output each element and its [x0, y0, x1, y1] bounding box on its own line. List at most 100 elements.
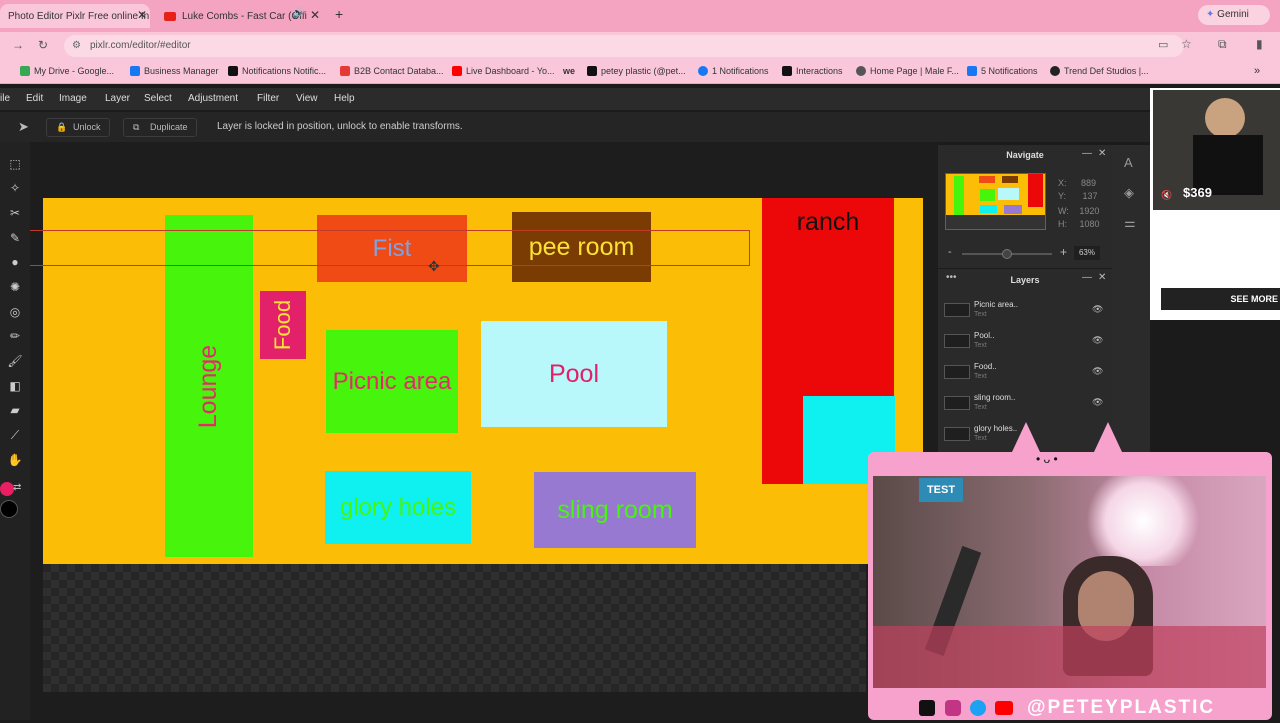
layer-name: sling room.. [974, 393, 1016, 402]
eye-icon[interactable]: 👁 [1092, 335, 1103, 346]
foreground-color-swatch[interactable] [0, 482, 14, 496]
sling-room[interactable]: sling room [534, 472, 696, 548]
lounge-label: Lounge [194, 344, 223, 428]
tab-pixlr[interactable]: Photo Editor Pixlr Free online In [0, 4, 150, 28]
cast-icon[interactable]: ▭ [1158, 38, 1168, 51]
y-value: 137 [1082, 191, 1098, 201]
background-color-swatch[interactable] [0, 500, 18, 518]
menu-help[interactable]: Help [334, 93, 355, 104]
brush-tool-icon[interactable]: ✎ [7, 230, 23, 246]
zoom-slider[interactable] [962, 249, 1052, 259]
bookmark-item[interactable]: Home Page | Male F... [856, 66, 959, 76]
spot-heal-icon[interactable]: ◎ [7, 304, 23, 320]
layer-row[interactable]: Picnic area.. Text 👁 [938, 296, 1112, 327]
picnic-area[interactable]: Picnic area [326, 330, 458, 433]
pool-room[interactable]: Pool [481, 321, 667, 427]
paint-brush-icon[interactable]: 🖌 [7, 353, 23, 369]
bookmark-item[interactable]: B2B Contact Databa... [340, 66, 444, 76]
text-tool-icon[interactable]: A [1124, 155, 1133, 170]
duplicate-button[interactable]: ⧉ Duplicate [123, 118, 197, 137]
menu-adjustment[interactable]: Adjustment [188, 93, 238, 104]
panel-icon-column: A ◈ ⚌ [1112, 145, 1150, 460]
speaker-icon[interactable]: 🔊 [292, 8, 304, 19]
glory-room[interactable]: glory holes [325, 471, 471, 544]
menu-select[interactable]: Select [144, 93, 172, 104]
layer-row[interactable]: sling room.. Text 👁 [938, 389, 1112, 420]
swap-colors-icon[interactable]: ⇄ [13, 482, 21, 493]
gemini-label: Gemini [1217, 9, 1249, 20]
navigate-info: X: 889 Y: 137 W: 1920 H: 1080 [1058, 177, 1100, 231]
extensions-icon[interactable]: ⧉ [1218, 37, 1227, 52]
layer-row[interactable]: Food.. Text 👁 [938, 358, 1112, 389]
menu-view[interactable]: View [296, 93, 318, 104]
bookmark-item[interactable]: Notifications Notific... [228, 66, 326, 76]
tab-close-icon[interactable]: ✕ [310, 8, 320, 22]
more-bookmarks-icon[interactable]: » [1254, 65, 1260, 77]
bookmark-item[interactable]: Live Dashboard - Yo... [452, 66, 555, 76]
bookmark-item[interactable]: we [563, 66, 575, 76]
close-icon[interactable]: ✕ [1098, 272, 1106, 283]
bookmark-item[interactable]: Business Manager [130, 66, 219, 76]
site-settings-icon[interactable]: ⚙ [72, 35, 81, 57]
url-field[interactable]: ⚙ pixlr.com/editor/#editor [64, 35, 1184, 57]
bookmark-item[interactable]: Interactions [782, 66, 843, 76]
marquee-tool-icon[interactable]: ⬚ [7, 156, 23, 172]
reload-icon[interactable]: ↻ [38, 38, 48, 52]
menu-file[interactable]: ile [0, 93, 10, 104]
bookmark-item[interactable]: 5 Notifications [967, 66, 1038, 76]
unlock-button[interactable]: 🔒 Unlock [46, 118, 110, 137]
tab-youtube[interactable]: Luke Combs - Fast Car (Offi [160, 4, 310, 28]
bookmark-item[interactable]: My Drive - Google... [20, 66, 114, 76]
fill-bucket-icon[interactable]: ▰ [7, 402, 23, 418]
eye-icon[interactable]: 👁 [1092, 304, 1103, 315]
food-room[interactable]: Food [260, 291, 306, 359]
bookmark-item[interactable]: petey plastic (@pet... [587, 66, 686, 76]
zoom-slider-handle[interactable] [1002, 249, 1012, 259]
bookmark-label: Business Manager [144, 66, 219, 76]
layer-row[interactable]: Pool.. Text 👁 [938, 327, 1112, 358]
glory-label: glory holes [339, 493, 457, 521]
unlock-label: Unlock [73, 122, 101, 132]
menu-layer[interactable]: Layer [105, 93, 130, 104]
zoom-level[interactable]: 63% [1074, 246, 1100, 260]
gemini-button[interactable]: ✦ Gemini [1198, 5, 1270, 25]
lounge-room[interactable]: Lounge [165, 215, 253, 557]
star-icon[interactable]: ☆ [1181, 37, 1192, 51]
magic-wand-icon[interactable]: ✧ [7, 180, 23, 196]
bookmark-item[interactable]: Trend Def Studios |... [1050, 66, 1149, 76]
arrange-tool-icon[interactable]: ➤ [18, 119, 29, 135]
minimize-icon[interactable]: — [1082, 272, 1092, 283]
hand-tool-icon[interactable]: ✋ [7, 452, 23, 468]
drop-tool-icon[interactable]: ● [7, 254, 23, 270]
mute-icon[interactable]: 🔇 [1161, 190, 1172, 201]
eraser-icon[interactable]: ◧ [7, 378, 23, 394]
cut-icon[interactable]: ✂ [7, 205, 23, 221]
zoom-out-button[interactable]: - [948, 246, 952, 258]
zoom-in-button[interactable]: + [1060, 245, 1067, 259]
close-icon[interactable]: ✕ [1098, 148, 1106, 159]
youtube-icon [452, 66, 462, 76]
layer-selection-box[interactable] [30, 230, 750, 266]
minimize-icon[interactable]: — [1082, 148, 1092, 159]
menu-edit[interactable]: Edit [26, 93, 43, 104]
forward-arrow-icon[interactable]: → [12, 38, 24, 52]
tool-options-bar: ➤ 🔒 Unlock ⧉ Duplicate Layer is locked i… [0, 112, 1150, 142]
layers-icon[interactable]: ◈ [1124, 185, 1134, 201]
profile-icon[interactable]: ▮ [1256, 37, 1263, 51]
ad-image[interactable]: $369 🔇 [1153, 90, 1280, 210]
ad-cta-button[interactable]: SEE MORE [1161, 288, 1280, 310]
eye-icon[interactable]: 👁 [1092, 397, 1103, 408]
eyedropper-icon[interactable]: ⟋ [7, 427, 23, 443]
adjust-icon[interactable]: ⚌ [1124, 215, 1136, 231]
facebook-icon [967, 66, 977, 76]
new-tab-button[interactable]: + [335, 6, 343, 22]
tab-close-icon[interactable]: ✕ [137, 8, 147, 22]
navigator-thumbnail[interactable] [945, 173, 1046, 230]
menu-image[interactable]: Image [59, 93, 87, 104]
clone-tool-icon[interactable]: ✺ [7, 279, 23, 295]
pencil-icon[interactable]: ✏ [7, 328, 23, 344]
menu-filter[interactable]: Filter [257, 93, 279, 104]
layer-name: Pool.. [974, 331, 995, 340]
eye-icon[interactable]: 👁 [1092, 366, 1103, 377]
bookmark-item[interactable]: 1 Notifications [698, 66, 769, 76]
